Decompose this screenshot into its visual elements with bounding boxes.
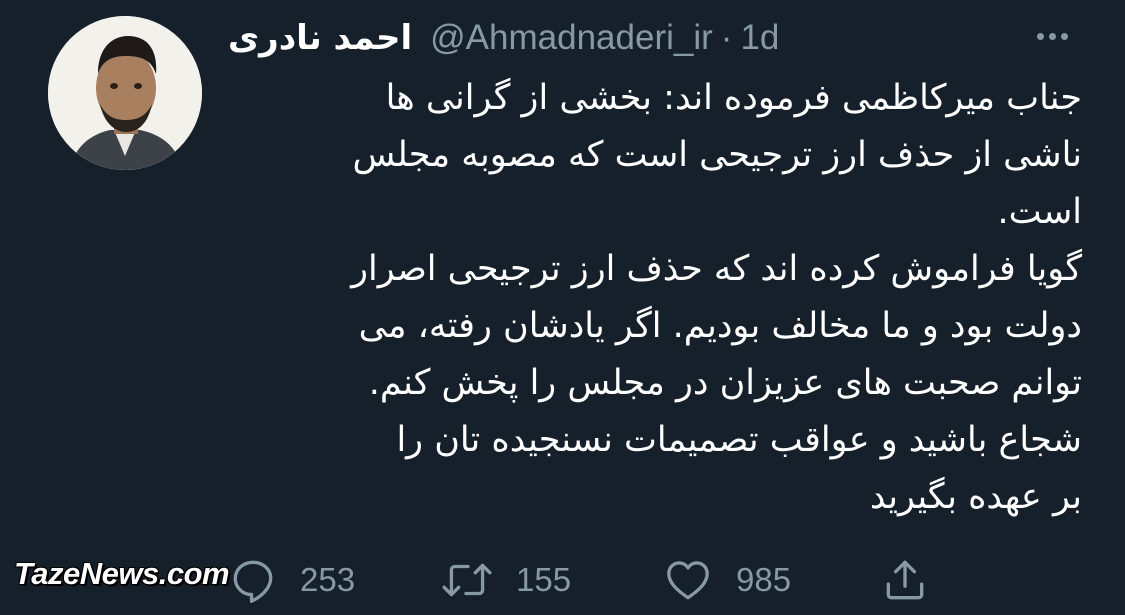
author-photo (48, 16, 202, 170)
more-options-icon[interactable] (1028, 20, 1076, 52)
tweet-header: احمد نادری @Ahmadnaderi_ir · 1d (228, 12, 888, 64)
tweet-timestamp[interactable]: 1d (740, 18, 779, 58)
tweet-line: دولت بود و ما مخالف بودیم. اگر یادشان رف… (358, 306, 1082, 346)
author-handle[interactable]: @Ahmadnaderi_ir (430, 18, 713, 58)
tweet-line: گویا فراموش کرده اند که حذف ارز ترجیحی ا… (351, 249, 1082, 289)
tweet-line: شجاع باشید و عواقب تصمیمات نسنجیده تان ر… (396, 420, 1082, 460)
separator-dot: · (720, 18, 733, 57)
reply-count: 253 (300, 561, 356, 598)
tweet-line: است. (997, 192, 1082, 232)
tweet-text: جناب میرکاظمی فرموده اند: بخشی از گرانی … (222, 70, 1082, 526)
tweet-line: جناب میرکاظمی فرموده اند: بخشی از گرانی … (385, 78, 1082, 118)
retweet-icon (442, 563, 492, 597)
like-count: 985 (736, 561, 792, 598)
share-icon (886, 560, 924, 600)
retweet-button[interactable]: 155 (440, 552, 571, 608)
more-dot (1048, 32, 1056, 40)
heart-icon (667, 561, 709, 600)
tweet-line: توانم صحبت های عزیزان در مجلس را پخش کنم… (368, 363, 1082, 403)
more-dot (1036, 32, 1044, 40)
tweet-actions: 253 155 985 (0, 552, 1125, 608)
reply-icon (233, 560, 273, 603)
author-avatar[interactable] (48, 16, 202, 170)
tweet-line: بر عهده بگیرید (869, 477, 1082, 517)
tweet-line: ناشی از حذف ارز ترجیحی است که مصوبه مجلس (352, 135, 1082, 175)
author-name[interactable]: احمد نادری (228, 18, 412, 58)
like-button[interactable]: 985 (662, 552, 791, 608)
more-dot (1060, 32, 1068, 40)
retweet-count: 155 (516, 561, 572, 598)
share-button[interactable] (880, 552, 930, 608)
reply-button[interactable]: 253 (228, 552, 355, 608)
